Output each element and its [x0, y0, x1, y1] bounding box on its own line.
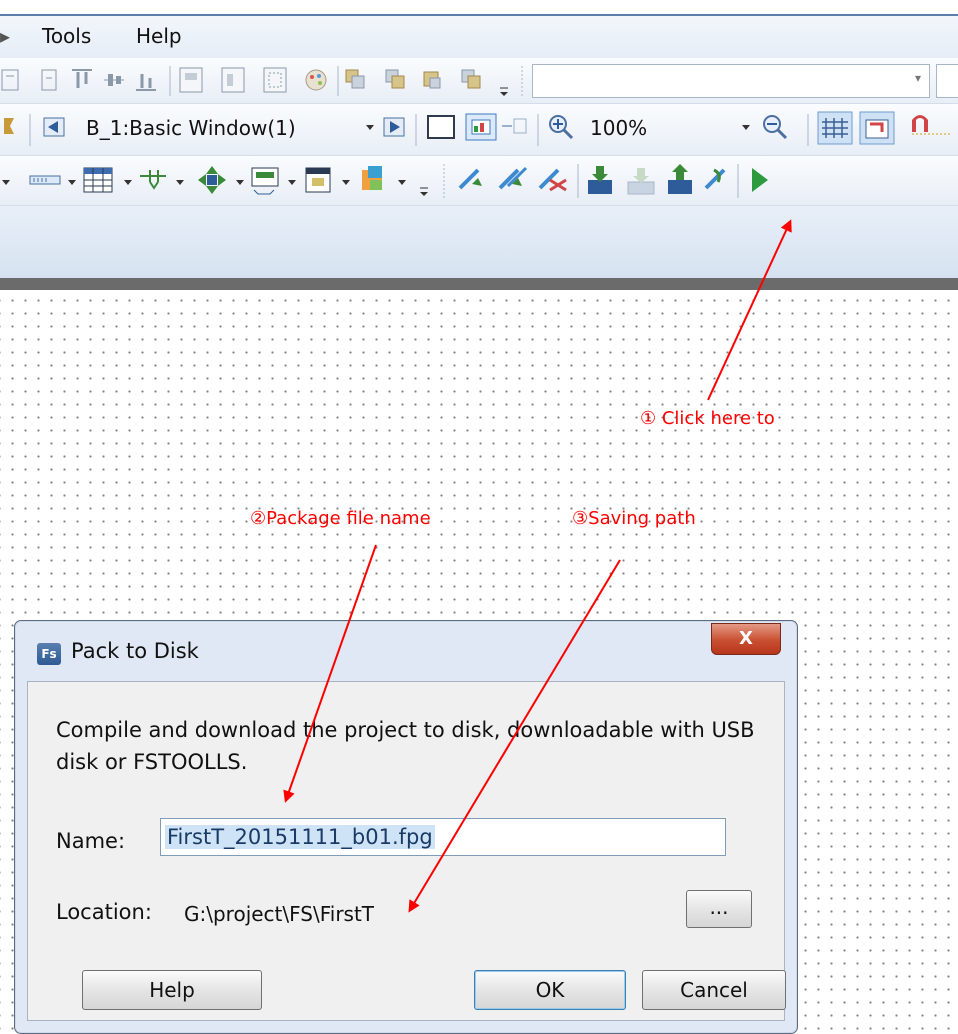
align-top-icon[interactable] — [72, 69, 92, 88]
name-input-value: FirstT_20151111_b01.fpg — [165, 825, 435, 849]
align-center-icon[interactable] — [104, 74, 124, 86]
paste-icon[interactable] — [461, 69, 481, 89]
zoom-out-icon[interactable] — [763, 115, 788, 140]
calendar-icon[interactable] — [305, 167, 331, 193]
chevron-down-icon[interactable] — [288, 180, 296, 185]
window-toolbar: B_1:Basic Window(1) 100% — [0, 104, 958, 156]
run-icon[interactable] — [752, 168, 768, 192]
cancel-button[interactable]: Cancel — [642, 970, 786, 1010]
chevron-down-icon[interactable] — [68, 180, 76, 185]
close-button[interactable]: X — [711, 623, 781, 655]
menu-overflow-icon[interactable]: ▸ — [0, 24, 10, 48]
name-label: Name: — [56, 829, 126, 853]
font-select[interactable]: ▾ — [532, 64, 930, 98]
toolbar-overflow-icon[interactable] — [500, 87, 508, 96]
front-icon[interactable] — [385, 69, 405, 89]
grid-icon[interactable] — [817, 111, 853, 145]
chevron-down-icon[interactable] — [742, 125, 750, 130]
name-input[interactable]: FirstT_20151111_b01.fpg — [160, 818, 726, 856]
download-icon[interactable] — [588, 166, 612, 194]
dialog-title: Pack to Disk — [71, 639, 199, 663]
palette-icon[interactable] — [305, 69, 327, 91]
move-icon[interactable] — [198, 166, 226, 194]
title-strip — [0, 0, 958, 14]
annotation-step2: ②Package file name — [250, 508, 431, 529]
location-label: Location: — [56, 900, 152, 924]
pack-to-disk-dialog: Fs Pack to Disk X Compile and download t… — [14, 620, 798, 1034]
chevron-down-icon[interactable] — [176, 180, 184, 185]
app-logo-icon: Fs — [37, 643, 61, 665]
zoom-value[interactable]: 100% — [590, 116, 647, 140]
insert-window-icon[interactable] — [502, 118, 527, 134]
component-icon[interactable] — [140, 170, 166, 190]
window-select-value[interactable]: B_1:Basic Window(1) — [86, 116, 296, 140]
menu-bar: ▸ Tools Help — [0, 14, 958, 58]
toolbar-band — [0, 206, 958, 279]
pack-to-disk-icon[interactable] — [627, 168, 655, 195]
chevron-down-icon[interactable] — [398, 180, 406, 185]
toolbar-overflow-icon[interactable] — [420, 187, 428, 196]
layer-icon[interactable] — [362, 166, 382, 190]
copy-icon[interactable] — [345, 69, 365, 89]
annotation-step3: ③Saving path — [572, 508, 696, 529]
bitmap-icon[interactable] — [29, 175, 61, 185]
location-value: G:\project\FS\FirstT — [184, 902, 375, 926]
chevron-down-icon: ▾ — [914, 71, 921, 85]
tools-icon[interactable] — [704, 168, 726, 190]
zoom-in-icon[interactable] — [549, 115, 574, 140]
align-right-icon[interactable] — [41, 69, 57, 91]
help-cursor-icon[interactable] — [4, 118, 14, 134]
next-window-icon[interactable] — [383, 117, 405, 137]
object-toolbar — [0, 156, 958, 206]
ok-button[interactable]: OK — [474, 970, 626, 1010]
canvas-edge — [0, 278, 958, 290]
snap-icon[interactable] — [859, 111, 895, 145]
dialog-description: Compile and download the project to disk… — [56, 718, 755, 774]
compile-icon[interactable] — [458, 168, 482, 190]
upload-icon[interactable] — [668, 164, 692, 194]
table-icon[interactable] — [83, 167, 113, 193]
chevron-down-icon[interactable] — [366, 125, 374, 130]
menu-help[interactable]: Help — [136, 24, 182, 48]
prev-window-icon[interactable] — [43, 117, 65, 137]
chevron-down-icon[interactable] — [2, 180, 10, 185]
align-left-icon[interactable] — [1, 69, 19, 91]
help-button[interactable]: Help — [82, 970, 262, 1010]
align-bottom-icon[interactable] — [136, 74, 156, 91]
window-preview-icon[interactable] — [465, 113, 497, 141]
display-icon[interactable] — [251, 167, 279, 195]
chevron-down-icon[interactable] — [236, 180, 244, 185]
size-select[interactable] — [936, 64, 958, 98]
compile-all-icon[interactable] — [498, 166, 528, 190]
menu-tools[interactable]: Tools — [42, 24, 91, 48]
window-icon[interactable] — [427, 115, 455, 139]
alignment-toolbar: ▾ — [0, 58, 958, 104]
magnet-icon[interactable] — [912, 115, 950, 135]
grid-fit-icon[interactable] — [263, 67, 287, 93]
chevron-down-icon[interactable] — [342, 180, 350, 185]
clear-icon[interactable] — [538, 168, 567, 192]
chevron-down-icon[interactable] — [124, 180, 132, 185]
ungroup-icon[interactable] — [221, 67, 245, 93]
group-icon[interactable] — [179, 67, 203, 93]
back-icon[interactable] — [423, 71, 441, 89]
annotation-step1: ① Click here to — [640, 408, 775, 429]
dialog-body: Compile and download the project to disk… — [27, 681, 786, 1021]
browse-button[interactable]: ... — [686, 890, 752, 928]
